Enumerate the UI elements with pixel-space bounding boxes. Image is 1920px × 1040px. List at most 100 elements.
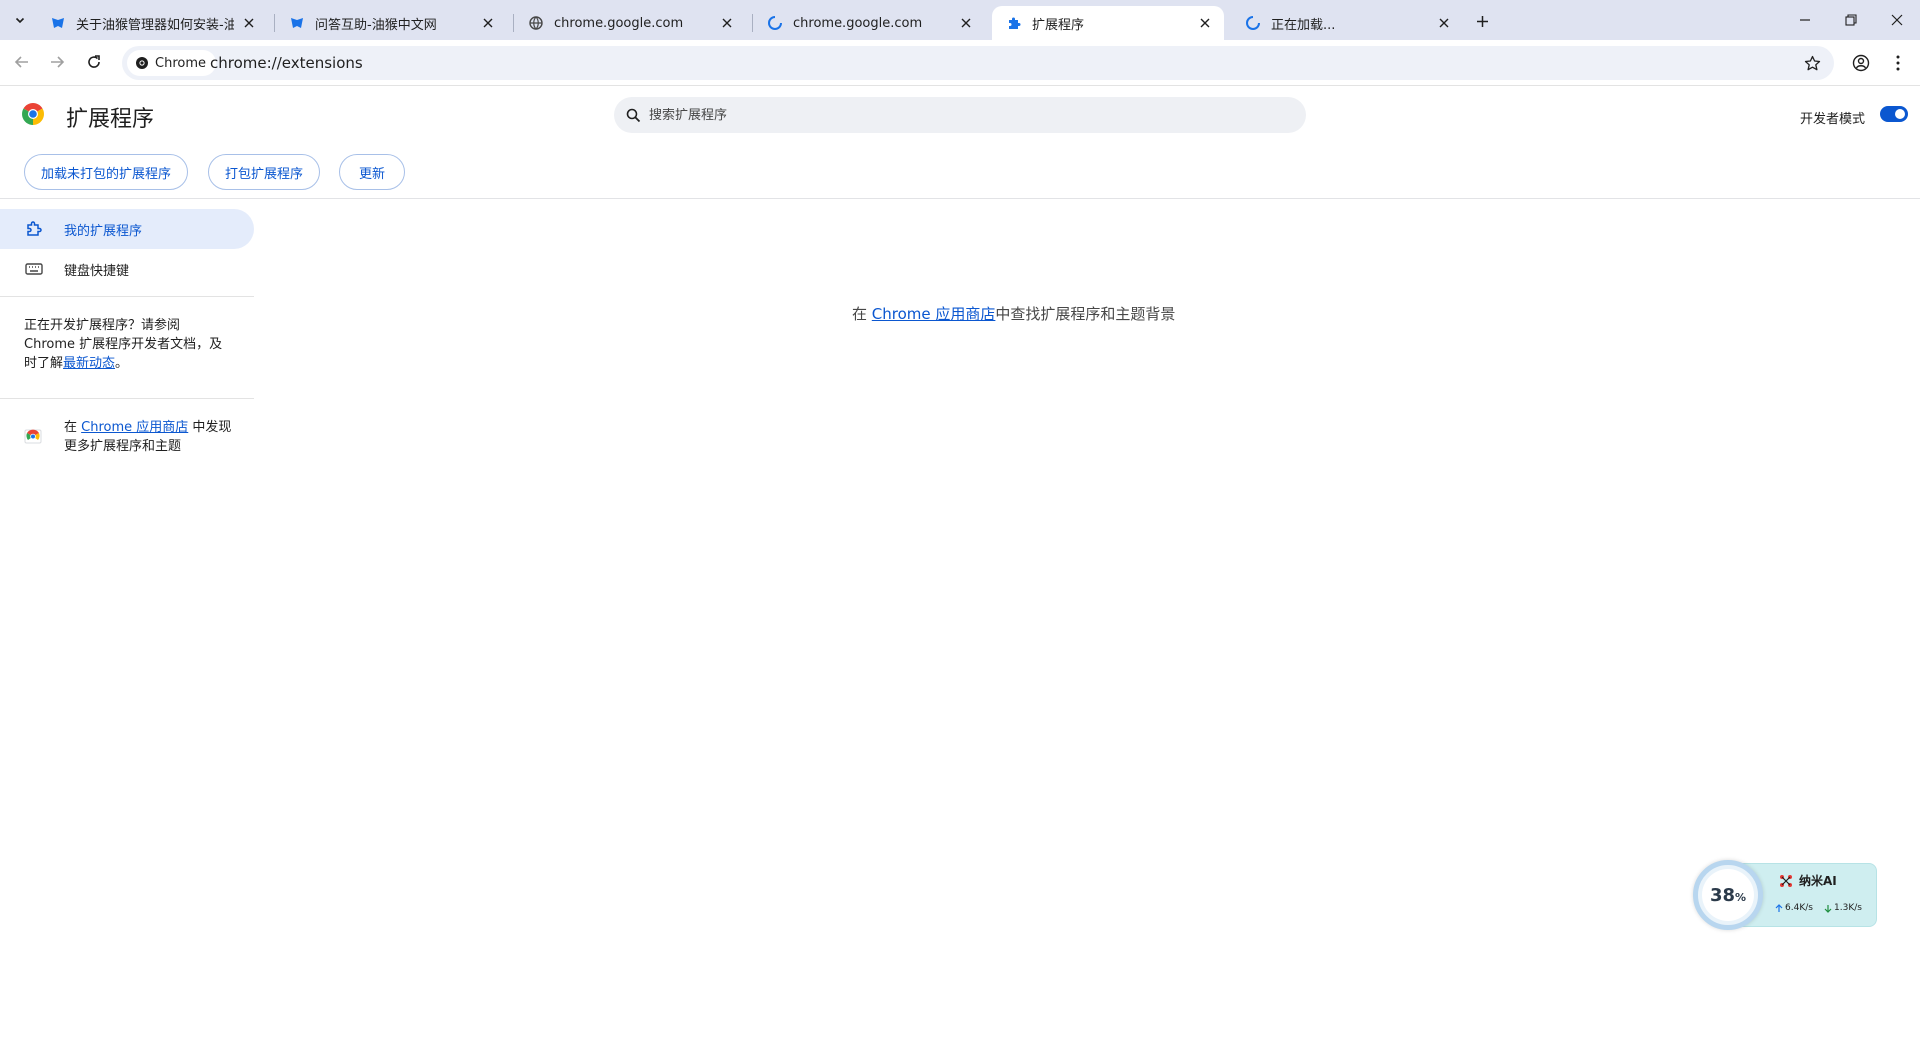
load-unpacked-button[interactable]: 加载未打包的扩展程序 (24, 154, 188, 190)
close-icon[interactable] (1196, 14, 1214, 32)
tab-title: 问答互助-油猴中文网 (315, 17, 437, 33)
nano-ai-logo-icon (1779, 874, 1793, 888)
profile-button[interactable] (1849, 51, 1873, 75)
site-chip-label: Chrome (155, 55, 206, 71)
bookmark-button[interactable] (1802, 53, 1822, 73)
profile-icon (1852, 54, 1870, 72)
extensions-icon (24, 219, 44, 239)
sidebar-item-label: 键盘快捷键 (64, 263, 130, 279)
sidebar: 我的扩展程序 键盘快捷键 正在开发扩展程序？请参阅 Chrome 扩展程序开发者… (0, 200, 256, 500)
arrow-right-icon (51, 56, 65, 68)
download-speed: 1.3K/s (1824, 900, 1862, 916)
tab-title: 扩展程序 (1032, 17, 1085, 33)
pack-extension-button[interactable]: 打包扩展程序 (208, 154, 320, 190)
tab-5[interactable]: 正在加载... (1231, 6, 1463, 40)
star-icon (1804, 55, 1820, 70)
update-button[interactable]: 更新 (339, 154, 405, 190)
search-input[interactable] (649, 107, 1249, 123)
tampermonkey-icon (289, 15, 305, 31)
usage-gauge: 38% (1693, 860, 1763, 930)
new-tab-button[interactable] (1470, 10, 1494, 32)
close-icon (1891, 14, 1903, 26)
loading-spinner-icon (1245, 15, 1261, 31)
minimize-icon (1800, 19, 1810, 21)
close-icon[interactable] (957, 14, 975, 32)
sidebar-divider (0, 296, 254, 297)
kebab-menu-icon (1896, 55, 1900, 71)
tab-4-active[interactable]: 扩展程序 (992, 6, 1224, 40)
webstore-prefix: 在 (64, 420, 82, 435)
reload-button[interactable] (79, 47, 109, 77)
globe-icon (528, 15, 544, 31)
restore-icon (1845, 14, 1857, 26)
dev-docs-text: 正在开发扩展程序？请参阅 Chrome 扩展程序开发者文档，及时了解最新动态。 (24, 316, 224, 373)
url-text[interactable]: chrome://extensions (210, 54, 363, 72)
menu-button[interactable] (1886, 51, 1910, 75)
minimize-button[interactable] (1782, 0, 1828, 40)
upload-speed-value: 6.4K/s (1785, 903, 1813, 913)
keyboard-icon (24, 259, 44, 279)
arrow-down-icon (1824, 904, 1832, 913)
download-speed-value: 1.3K/s (1834, 903, 1862, 913)
plus-icon (1476, 15, 1488, 27)
back-button[interactable] (7, 47, 37, 77)
extensions-header: 扩展程序 开发者模式 加载未打包的扩展程序 打包扩展程序 更新 (0, 87, 1920, 199)
page-title: 扩展程序 (66, 107, 155, 132)
search-box[interactable] (614, 97, 1306, 133)
tab-search-button[interactable] (7, 8, 33, 32)
empty-state-prefix: 在 (852, 305, 872, 323)
dev-mode-label: 开发者模式 (1800, 112, 1866, 127)
close-icon[interactable] (479, 14, 497, 32)
tab-0[interactable]: 关于油猴管理器如何安装-油猴中 (36, 6, 268, 40)
webstore-promo-text: 在 Chrome 应用商店 中发现更多扩展程序和主题 (64, 418, 234, 456)
dev-docs-text-end: 。 (115, 356, 129, 371)
chevron-down-icon (15, 17, 25, 24)
tampermonkey-icon (50, 15, 66, 31)
upload-speed: 6.4K/s (1775, 900, 1813, 916)
sidebar-divider (0, 398, 254, 399)
forward-button[interactable] (42, 47, 72, 77)
close-icon[interactable] (718, 14, 736, 32)
close-icon[interactable] (1435, 14, 1453, 32)
usage-percent: 38% (1702, 869, 1754, 921)
tab-title: 正在加载... (1271, 17, 1336, 33)
usage-percent-value: 38 (1709, 884, 1736, 906)
site-info-chip[interactable]: Chrome (127, 50, 216, 76)
tab-2[interactable]: chrome.google.com (514, 6, 746, 40)
sidebar-item-keyboard-shortcuts[interactable]: 键盘快捷键 (0, 249, 254, 289)
widget-brand: 纳米AI (1779, 872, 1837, 889)
main-webstore-link[interactable]: Chrome 应用商店 (872, 305, 996, 323)
empty-state-suffix: 中查找扩展程序和主题背景 (995, 305, 1176, 323)
loading-spinner-icon (767, 15, 783, 31)
search-icon (626, 108, 641, 122)
webstore-icon (24, 426, 44, 446)
sidebar-item-label: 我的扩展程序 (64, 223, 143, 239)
chrome-icon (135, 56, 149, 70)
tab-title: 关于油猴管理器如何安装-油猴中 (76, 17, 234, 33)
tab-title: chrome.google.com (793, 15, 923, 31)
usage-percent-unit: % (1735, 890, 1747, 904)
close-window-button[interactable] (1874, 0, 1920, 40)
close-icon[interactable] (240, 14, 258, 32)
tab-1[interactable]: 问答互助-油猴中文网 (275, 6, 507, 40)
empty-state-message: 在 Chrome 应用商店中查找扩展程序和主题背景 (852, 303, 1175, 324)
dev-mode-toggle[interactable] (1880, 106, 1908, 122)
sidebar-item-my-extensions[interactable]: 我的扩展程序 (0, 209, 254, 249)
toggle-knob (1895, 109, 1905, 119)
tab-strip: 关于油猴管理器如何安装-油猴中 问答互助-油猴中文网 chrome.google… (0, 0, 1920, 40)
widget-brand-label: 纳米AI (1799, 874, 1837, 888)
reload-icon (88, 55, 100, 68)
arrow-left-icon (14, 56, 28, 68)
address-bar[interactable]: Chrome chrome://extensions (122, 46, 1834, 80)
chrome-logo-icon (21, 102, 45, 126)
puzzle-icon (1006, 15, 1022, 31)
restore-button[interactable] (1828, 0, 1874, 40)
webstore-link[interactable]: Chrome 应用商店 (81, 420, 188, 435)
toolbar: Chrome chrome://extensions (0, 40, 1920, 86)
webstore-promo: 在 Chrome 应用商店 中发现更多扩展程序和主题 (24, 418, 248, 456)
tab-title: chrome.google.com (554, 15, 684, 31)
latest-news-link[interactable]: 最新动态 (63, 356, 115, 371)
arrow-up-icon (1775, 903, 1783, 912)
nano-ai-widget[interactable]: 38% 纳米AI 6.4K/s 1.3K/s (1693, 860, 1878, 930)
tab-3[interactable]: chrome.google.com (753, 6, 985, 40)
